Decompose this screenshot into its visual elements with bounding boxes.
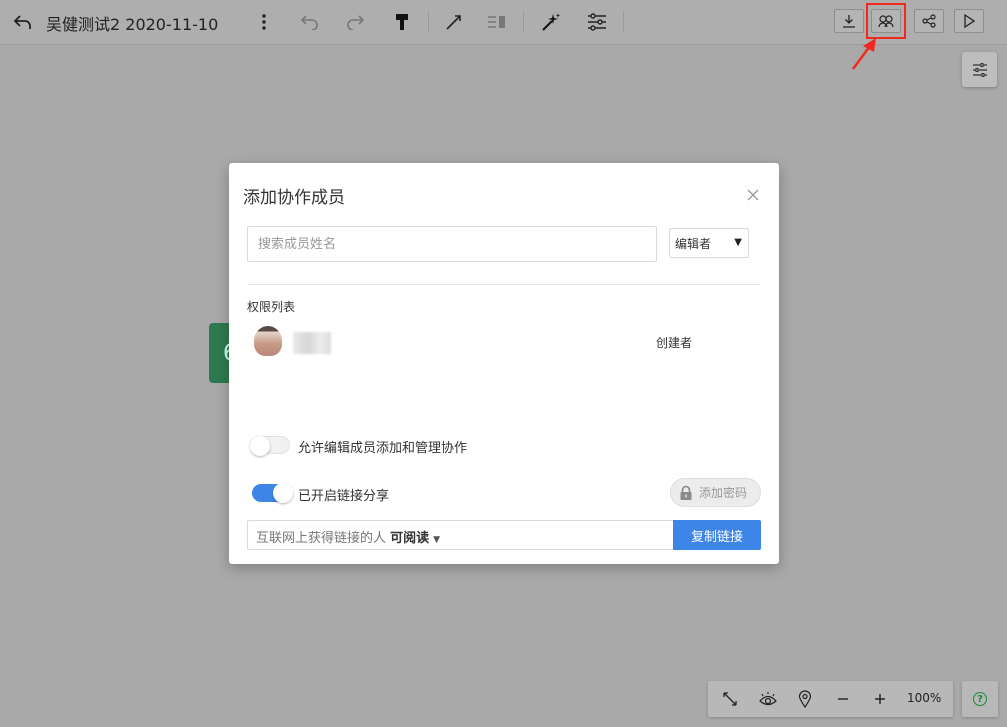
caret-down-icon[interactable]: ▼	[433, 535, 440, 545]
role-select[interactable]: 编辑者 ▼	[669, 228, 749, 258]
collaborate-highlight	[866, 3, 906, 39]
share-button[interactable]	[914, 9, 944, 33]
copy-link-button[interactable]: 复制链接	[673, 520, 761, 550]
link-share-toggle[interactable]	[252, 483, 293, 503]
structure-icon[interactable]	[586, 11, 608, 33]
member-name-redacted	[293, 332, 331, 354]
summary-icon[interactable]	[486, 11, 508, 33]
lock-icon	[680, 485, 692, 500]
download-button[interactable]	[834, 9, 864, 33]
zoom-out-icon[interactable]	[834, 689, 852, 709]
link-permission-dropdown[interactable]: 可阅读	[390, 531, 429, 546]
zoom-in-icon[interactable]	[871, 689, 889, 709]
caret-down-icon: ▼	[734, 237, 742, 248]
dialog-title: 添加协作成员	[243, 188, 345, 208]
undo-icon[interactable]	[299, 11, 321, 33]
play-icon	[964, 14, 975, 28]
search-member-input[interactable]	[247, 226, 657, 262]
zoom-level: 100%	[907, 691, 942, 705]
settings-sliders-icon	[972, 62, 987, 77]
connect-line-icon[interactable]	[443, 11, 465, 33]
location-pin-icon[interactable]	[796, 689, 814, 709]
permission-list-label: 权限列表	[247, 300, 296, 314]
divider	[247, 284, 760, 285]
back-arrow-icon[interactable]	[12, 11, 34, 33]
add-password-button[interactable]: 添加密码	[670, 478, 761, 507]
role-select-value: 编辑者	[675, 236, 712, 251]
avatar	[254, 326, 282, 356]
share-link-audience: 互联网上获得链接的人	[256, 531, 387, 546]
member-role-label: 创建者	[656, 336, 693, 350]
add-password-label: 添加密码	[699, 486, 748, 500]
toggle-knob	[273, 483, 293, 503]
share-icon	[922, 14, 936, 28]
help-icon: ?	[973, 692, 987, 706]
allow-edit-manage-label: 允许编辑成员添加和管理协作	[298, 441, 468, 456]
zoom-toolbar: 100%	[708, 681, 953, 717]
help-button[interactable]: ?	[962, 681, 998, 717]
more-vertical-icon[interactable]	[254, 12, 274, 32]
add-collaborator-dialog: 添加协作成员 编辑者 ▼ 权限列表 创建者 允许编辑成员添加和管理协作 已开启链…	[229, 163, 779, 564]
toolbar-divider	[428, 12, 429, 32]
format-painter-icon[interactable]	[391, 11, 413, 33]
link-share-label: 已开启链接分享	[298, 489, 390, 504]
share-link-text: 互联网上获得链接的人 可阅读 ▼	[256, 527, 440, 546]
magic-wand-icon[interactable]	[540, 11, 562, 33]
annotation-arrow-icon	[852, 38, 876, 70]
close-icon[interactable]	[746, 187, 760, 201]
download-icon	[843, 15, 855, 28]
play-button[interactable]	[954, 9, 984, 33]
page-title: 吴健测试2 2020-11-10	[46, 15, 219, 34]
allow-edit-manage-toggle[interactable]	[250, 436, 290, 456]
share-link-row: 互联网上获得链接的人 可阅读 ▼ 复制链接	[247, 520, 761, 550]
toggle-knob	[250, 436, 270, 456]
eye-icon[interactable]	[757, 689, 779, 709]
settings-button[interactable]	[962, 52, 997, 87]
toolbar-divider	[523, 12, 524, 32]
fit-screen-icon[interactable]	[720, 689, 740, 709]
toolbar-divider	[623, 12, 624, 32]
redo-icon[interactable]	[344, 11, 366, 33]
